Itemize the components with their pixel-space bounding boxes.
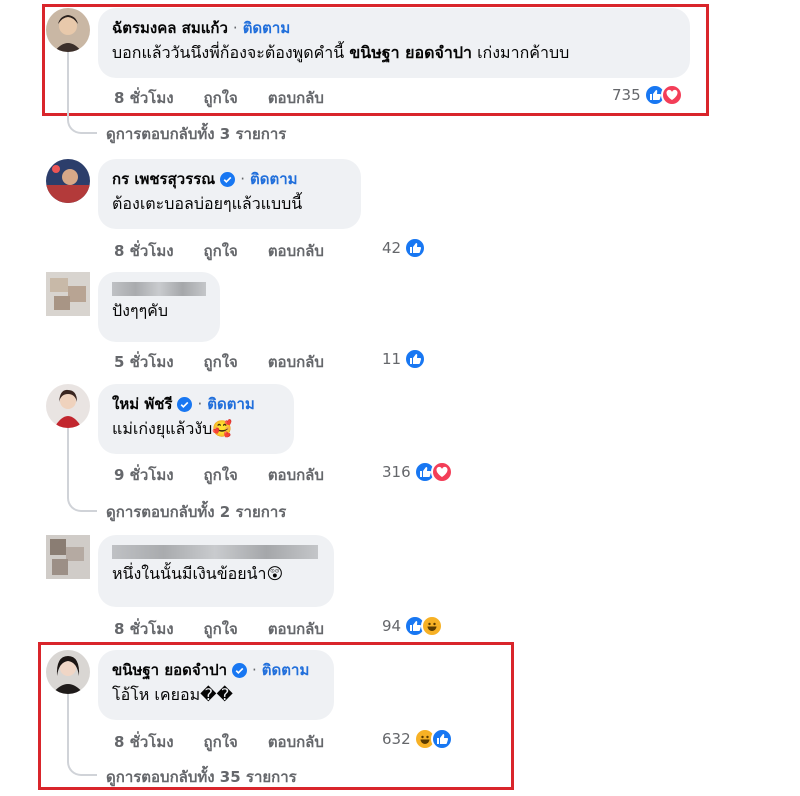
mentioned-name[interactable]: ขนิษฐา ยอดจำปา: [349, 43, 472, 62]
love-reaction-icon: [430, 461, 453, 483]
view-replies-link[interactable]: ดูการตอบกลับทั้ง 35 รายการ: [106, 765, 297, 789]
reaction-count: 735: [612, 86, 641, 104]
comment-text: หนึ่งในนั้นมีเงินข้อยนำ😲: [112, 564, 284, 583]
reply-button[interactable]: ตอบกลับ: [268, 350, 324, 374]
like-button[interactable]: ถูกใจ: [204, 617, 238, 641]
like-reaction-icon: [404, 237, 427, 259]
comment-actions: 9 ชั่วโมง ถูกใจ ตอบกลับ: [114, 463, 354, 487]
reaction-summary[interactable]: 42: [382, 237, 427, 259]
commenter-name[interactable]: ฉัตรมงคล สมแก้ว: [112, 18, 228, 38]
follow-button[interactable]: ติดตาม: [262, 660, 310, 680]
haha-reaction-icon: [421, 615, 444, 637]
comment-actions: 8 ชั่วโมง ถูกใจ ตอบกลับ: [114, 239, 354, 263]
timestamp[interactable]: 8 ชั่วโมง: [114, 617, 174, 641]
comment-actions: 8 ชั่วโมง ถูกใจ ตอบกลับ: [114, 617, 354, 641]
reaction-count: 11: [382, 350, 402, 368]
reaction-count: 42: [382, 239, 402, 257]
avatar[interactable]: [46, 535, 90, 579]
reaction-count: 316: [382, 463, 411, 481]
reaction-summary[interactable]: 316: [382, 461, 453, 483]
comment-bubble: ฉัตรมงคล สมแก้ว · ติดตาม บอกแล้ววันนึงพี…: [98, 8, 690, 78]
comment-bubble: กร เพชรสุวรรณ · ติดตาม ต้องเตะบอลบ่อยๆแล…: [98, 159, 361, 229]
comment-text: โอ้โห เคยอม��: [112, 685, 233, 704]
like-button[interactable]: ถูกใจ: [204, 86, 238, 110]
follow-button[interactable]: ติดตาม: [243, 18, 291, 38]
avatar[interactable]: [46, 650, 90, 694]
avatar[interactable]: [46, 384, 90, 428]
blurred-name: [112, 282, 206, 296]
comment-text: ต้องเตะบอลบ่อยๆแล้วแบบนี้: [112, 194, 303, 213]
avatar[interactable]: [46, 159, 90, 203]
comment-actions: 8 ชั่วโมง ถูกใจ ตอบกลับ: [114, 86, 354, 110]
verified-badge-icon: [220, 171, 236, 187]
thread-line: [67, 694, 97, 776]
thread-line: [67, 52, 97, 134]
comment-bubble: ใหม่ พัชรี · ติดตาม แม่เก่งยุแล้วงับ🥰: [98, 384, 294, 454]
view-replies-link[interactable]: ดูการตอบกลับทั้ง 3 รายการ: [106, 122, 286, 146]
reply-button[interactable]: ตอบกลับ: [268, 86, 324, 110]
comment-text: ปังๆๆคับ: [112, 301, 169, 320]
separator-dot: ·: [232, 19, 238, 37]
reply-button[interactable]: ตอบกลับ: [268, 239, 324, 263]
verified-badge-icon: [177, 396, 193, 412]
love-reaction-icon: [660, 84, 683, 106]
like-button[interactable]: ถูกใจ: [204, 730, 238, 754]
commenter-name[interactable]: ขนิษฐา ยอดจำปา: [112, 660, 227, 680]
separator-dot: ·: [197, 395, 203, 413]
reaction-summary[interactable]: 735: [612, 84, 683, 106]
blurred-name: [112, 545, 318, 559]
comment-bubble: ขนิษฐา ยอดจำปา · ติดตาม โอ้โห เคยอม��: [98, 650, 334, 720]
timestamp[interactable]: 8 ชั่วโมง: [114, 86, 174, 110]
reply-button[interactable]: ตอบกลับ: [268, 463, 324, 487]
like-button[interactable]: ถูกใจ: [204, 239, 238, 263]
separator-dot: ·: [252, 661, 257, 679]
reaction-count: 94: [382, 617, 402, 635]
reaction-count: 632: [382, 730, 411, 748]
reaction-summary[interactable]: 94: [382, 615, 444, 637]
commenter-name[interactable]: กร เพชรสุวรรณ: [112, 169, 215, 189]
comment-bubble: ปังๆๆคับ: [98, 272, 220, 342]
timestamp[interactable]: 8 ชั่วโมง: [114, 239, 174, 263]
commenter-name[interactable]: ใหม่ พัชรี: [112, 394, 172, 414]
timestamp[interactable]: 9 ชั่วโมง: [114, 463, 174, 487]
follow-button[interactable]: ติดตาม: [207, 394, 255, 414]
timestamp[interactable]: 5 ชั่วโมง: [114, 350, 174, 374]
view-replies-link[interactable]: ดูการตอบกลับทั้ง 2 รายการ: [106, 500, 286, 524]
like-reaction-icon: [430, 728, 453, 750]
separator-dot: ·: [240, 170, 246, 188]
like-button[interactable]: ถูกใจ: [204, 350, 238, 374]
timestamp[interactable]: 8 ชั่วโมง: [114, 730, 174, 754]
reply-button[interactable]: ตอบกลับ: [268, 730, 324, 754]
verified-badge-icon: [232, 662, 248, 678]
avatar[interactable]: [46, 8, 90, 52]
reply-button[interactable]: ตอบกลับ: [268, 617, 324, 641]
like-reaction-icon: [404, 348, 427, 370]
follow-button[interactable]: ติดตาม: [250, 169, 298, 189]
comment-text: บอกแล้ววันนึงพี่ก้องจะต้องพูดคำนี้ ขนิษฐ…: [112, 43, 570, 62]
avatar[interactable]: [46, 272, 90, 316]
thread-line: [67, 428, 97, 512]
like-button[interactable]: ถูกใจ: [204, 463, 238, 487]
reaction-summary[interactable]: 632: [382, 728, 453, 750]
comment-text: แม่เก่งยุแล้วงับ🥰: [112, 419, 233, 438]
comment-actions: 5 ชั่วโมง ถูกใจ ตอบกลับ: [114, 350, 354, 374]
comment-actions: 8 ชั่วโมง ถูกใจ ตอบกลับ: [114, 730, 354, 754]
reaction-summary[interactable]: 11: [382, 348, 427, 370]
comment-bubble: หนึ่งในนั้นมีเงินข้อยนำ😲: [98, 535, 334, 607]
